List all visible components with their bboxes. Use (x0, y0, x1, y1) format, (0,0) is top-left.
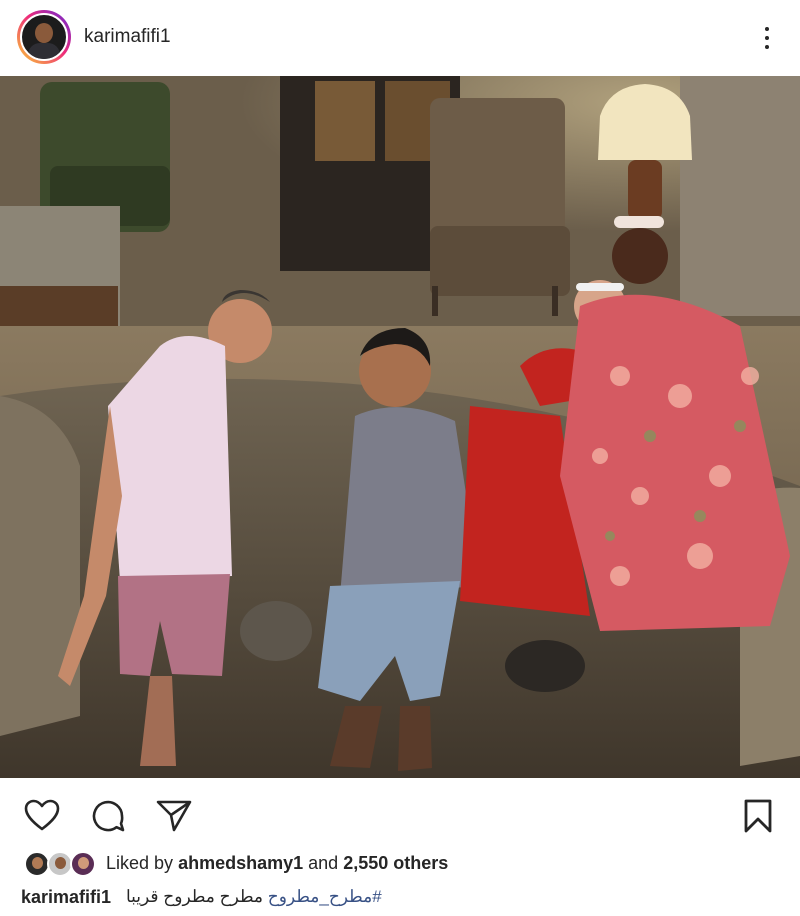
bookmark-icon[interactable] (738, 796, 778, 836)
avatar-body (28, 43, 60, 59)
photo-scene (0, 76, 800, 778)
liker-avatar[interactable] (70, 851, 96, 877)
post-username[interactable]: karimafifi1 (84, 26, 171, 48)
more-vertical-icon[interactable] (752, 22, 782, 54)
post-actions (0, 778, 800, 848)
liker-username[interactable]: ahmedshamy1 (178, 853, 303, 873)
send-icon[interactable] (154, 796, 194, 836)
comment-icon[interactable] (88, 796, 128, 836)
caption-username[interactable]: karimafifi1 (21, 887, 111, 908)
avatar-face (35, 23, 53, 43)
caption-text: #مطرح_مطروح مطرح مطروح قريبا (126, 887, 382, 907)
caption-hashtag[interactable]: #مطرح_مطروح (268, 887, 382, 906)
likes-row: Liked by ahmedshamy1 and 2,550 others (0, 848, 800, 882)
profile-avatar[interactable] (20, 13, 68, 61)
likes-count[interactable]: 2,550 others (343, 853, 448, 873)
post-photo[interactable] (0, 76, 800, 778)
post-caption: karimafifi1 #مطرح_مطروح مطرح مطروح قريبا (0, 883, 800, 913)
story-ring[interactable] (17, 10, 71, 64)
likes-summary: Liked by ahmedshamy1 and 2,550 others (106, 853, 448, 874)
likes-prefix: Liked by (106, 853, 174, 873)
post-header: karimafifi1 (0, 0, 800, 76)
caption-body: مطرح مطروح قريبا (126, 887, 264, 906)
likes-joiner: and (308, 853, 339, 873)
heart-icon[interactable] (22, 796, 62, 836)
